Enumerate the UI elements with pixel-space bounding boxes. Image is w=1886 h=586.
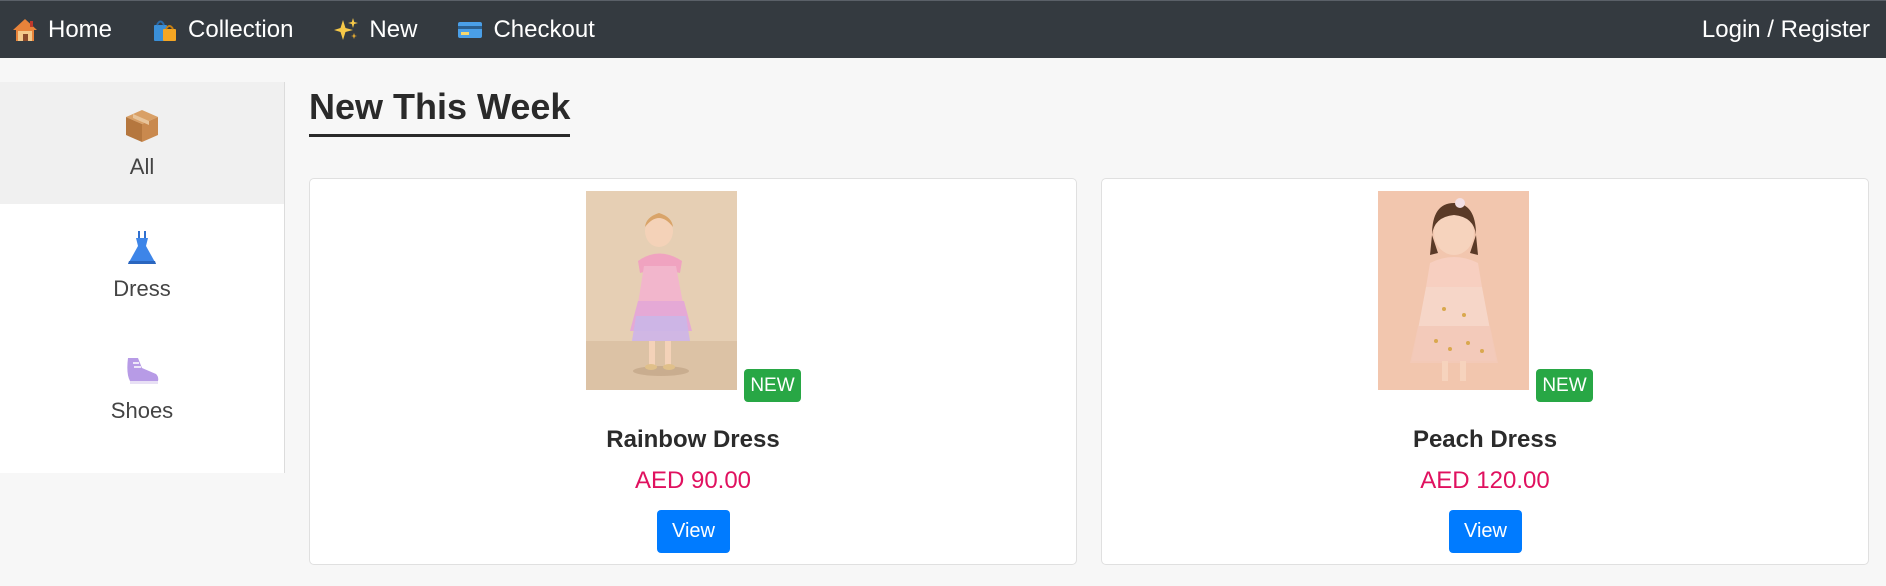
sidebar-item-label: Shoes: [110, 398, 174, 423]
product-card: NEW Rainbow Dress AED 90.00 View: [309, 178, 1077, 565]
dress-icon: [128, 231, 156, 264]
view-button[interactable]: View: [1449, 510, 1522, 553]
sidebar-item-label: All: [129, 154, 155, 179]
page-title: New This Week: [309, 86, 571, 137]
house-icon: [13, 18, 37, 41]
product-card: NEW Peach Dress AED 120.00 View: [1101, 178, 1869, 565]
nav-collection-link[interactable]: Collection: [152, 16, 293, 44]
login-register-link[interactable]: Login / Register: [1702, 16, 1870, 44]
nav-links: Home Collection New Checkout: [12, 16, 635, 44]
nav-home-link[interactable]: Home: [12, 16, 112, 44]
top-navbar: Home Collection New Checkout Login / Reg…: [0, 0, 1886, 58]
nav-checkout-link[interactable]: Checkout: [457, 15, 595, 44]
product-price: AED 120.00: [1420, 467, 1550, 494]
product-name: Rainbow Dress: [606, 426, 780, 453]
nav-home-label: Home: [48, 15, 113, 43]
product-image[interactable]: [1378, 191, 1529, 390]
rainbow-dress-photo: [586, 191, 737, 390]
sneaker-icon: [127, 358, 159, 384]
sidebar-item-dress[interactable]: Dress: [0, 204, 284, 326]
sidebar-item-label: Dress: [113, 276, 171, 301]
credit-card-icon: [458, 21, 483, 38]
package-icon: [126, 110, 158, 142]
nav-collection-label: Collection: [188, 15, 294, 43]
nav-checkout-label: Checkout: [493, 15, 595, 43]
peach-dress-photo: [1378, 191, 1529, 390]
nav-new-link[interactable]: New: [333, 16, 417, 44]
sparkles-icon: [334, 17, 359, 40]
new-badge: NEW: [1536, 369, 1593, 402]
sidebar-item-shoes[interactable]: Shoes: [0, 326, 284, 448]
nav-new-label: New: [369, 15, 418, 43]
product-name: Peach Dress: [1412, 426, 1558, 453]
product-price: AED 90.00: [634, 467, 752, 494]
product-image[interactable]: [586, 191, 737, 390]
view-button[interactable]: View: [657, 510, 730, 553]
shopping-bags-icon: [154, 20, 177, 41]
new-badge: NEW: [744, 369, 801, 402]
category-sidebar: All Dress Shoes: [0, 82, 285, 473]
sidebar-item-all[interactable]: All: [0, 82, 284, 204]
